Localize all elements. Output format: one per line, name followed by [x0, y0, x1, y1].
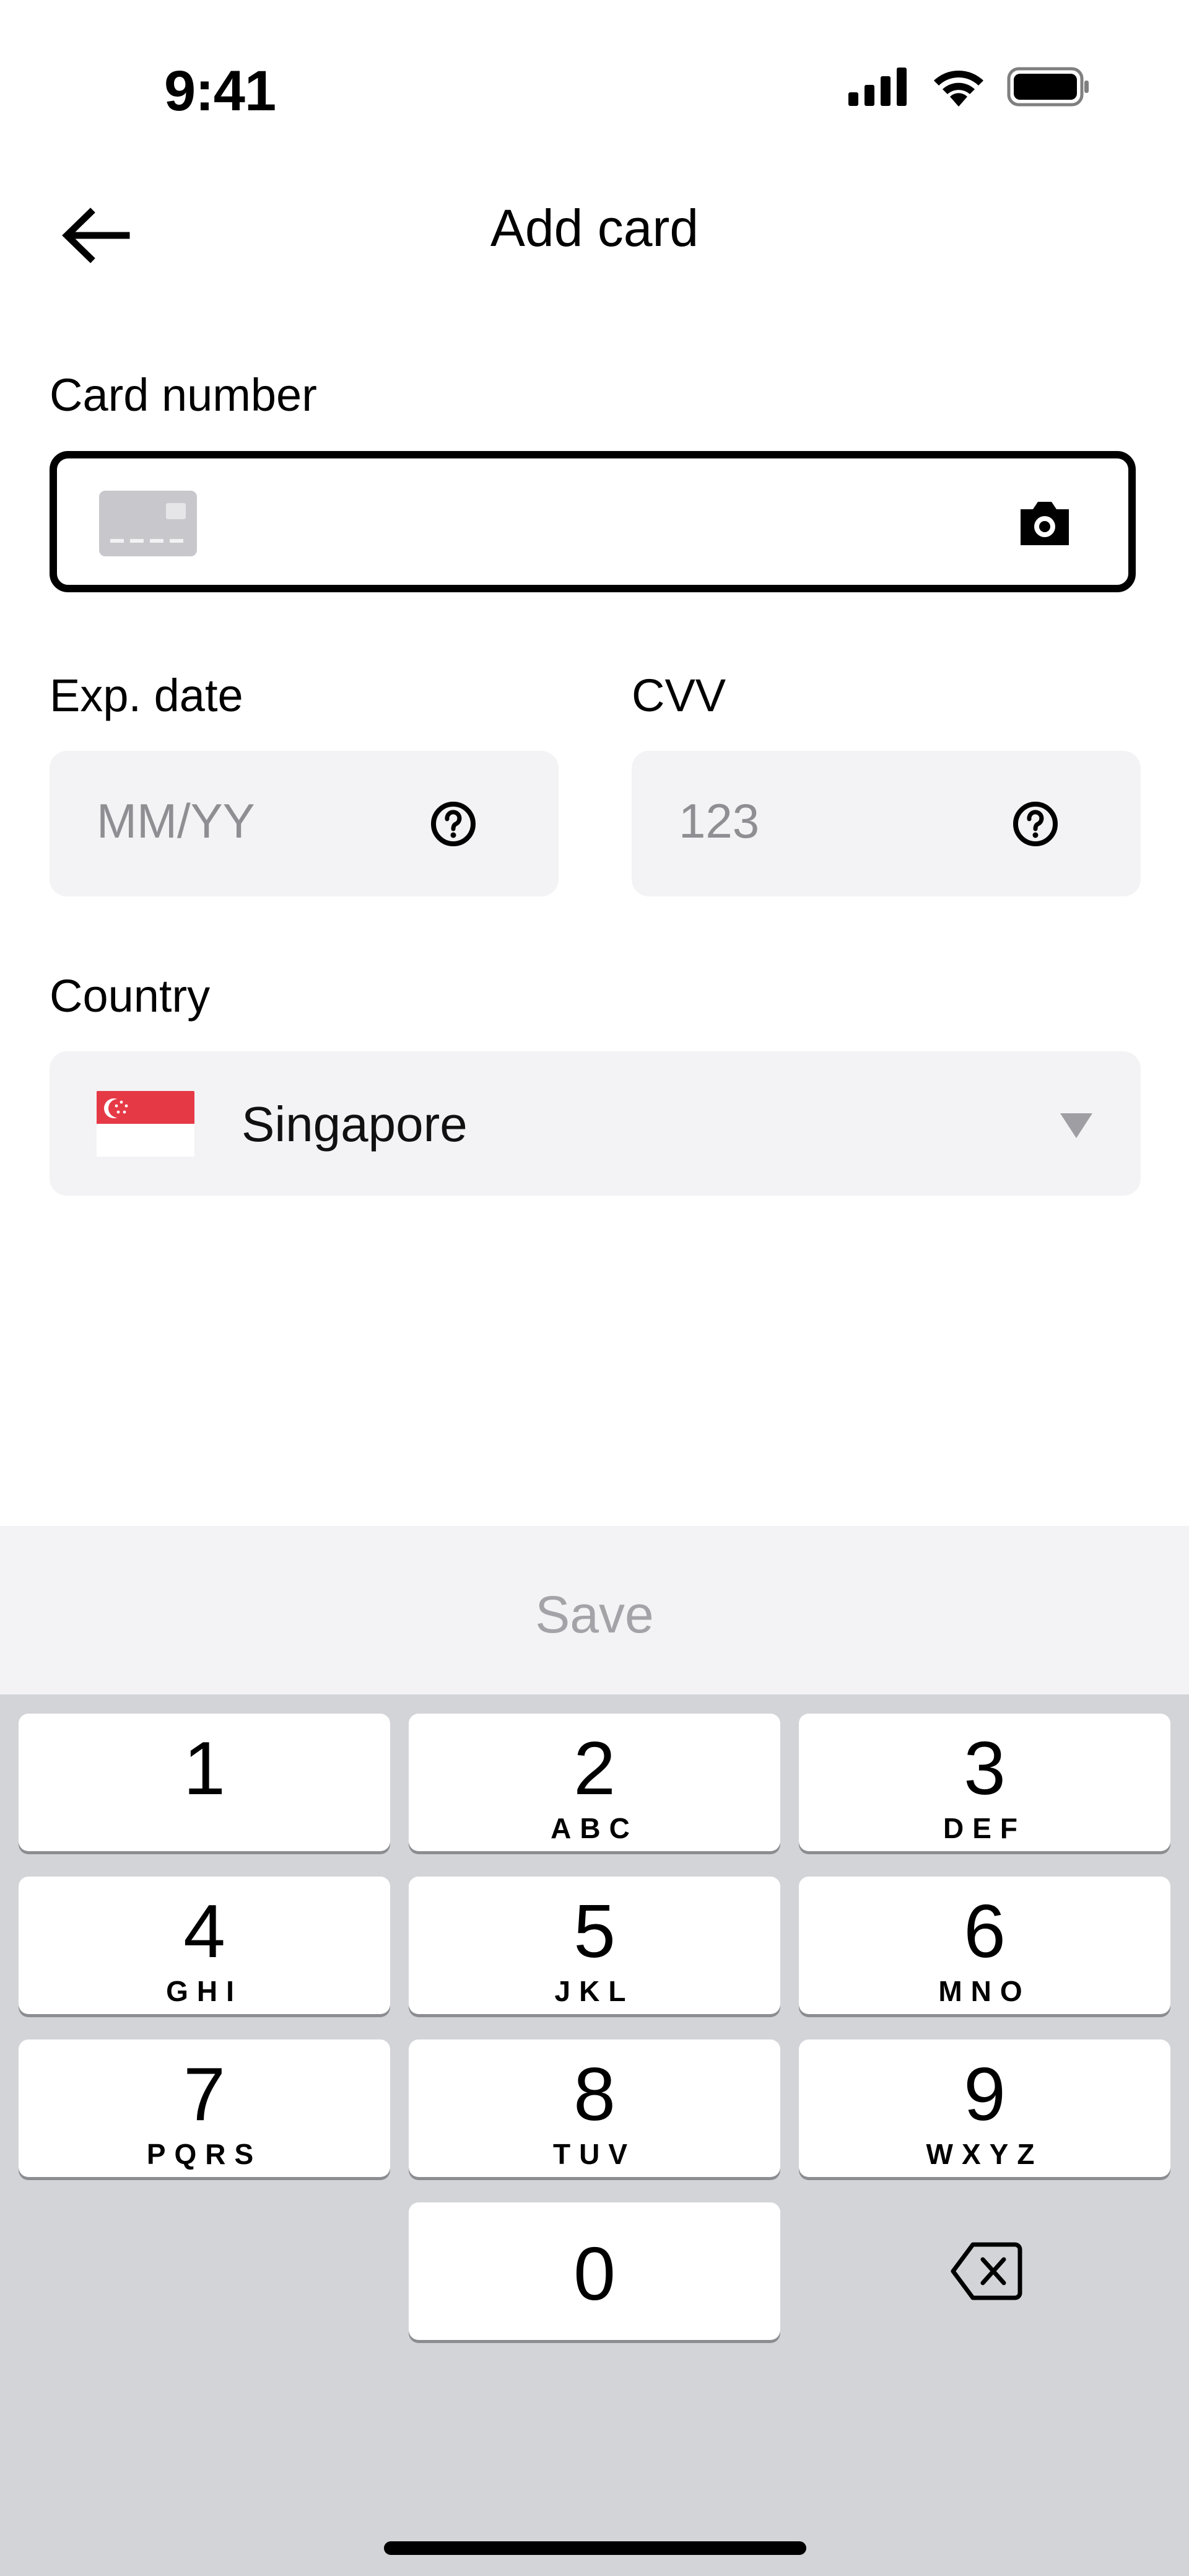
key-number: 5 [573, 1889, 616, 1973]
key-number: 6 [964, 1889, 1006, 1973]
country-select[interactable]: Singapore [50, 1051, 1141, 1196]
key-2[interactable]: 2 ABC [409, 1714, 780, 1851]
key-5[interactable]: 5 JKL [409, 1877, 780, 2014]
card-number-input[interactable] [50, 451, 1136, 592]
country-value: Singapore [242, 1097, 468, 1152]
key-1[interactable]: 1 [19, 1714, 390, 1851]
numeric-keypad: 1 2 ABC 3 DEF 4 GHI 5 JKL 6 MNO 7 PQRS 8… [0, 1694, 1189, 2576]
wifi-icon [934, 71, 983, 107]
key-6[interactable]: 6 MNO [799, 1877, 1170, 2014]
key-letters: TUV [553, 2138, 636, 2170]
country-label: Country [50, 970, 211, 1022]
save-button[interactable]: Save [0, 1585, 1189, 1645]
exp-date-label: Exp. date [50, 670, 243, 721]
save-bar: Save [0, 1526, 1189, 1694]
key-letters: GHI [166, 1975, 243, 2007]
key-letters: PQRS [146, 2138, 263, 2170]
key-letters: JKL [554, 1975, 635, 2007]
key-letters: ABC [551, 1812, 638, 1844]
card-number-label: Card number [50, 369, 317, 421]
singapore-flag-icon [97, 1091, 194, 1157]
cvv-placeholder: 123 [679, 794, 760, 848]
status-icons [848, 67, 1090, 107]
cvv-label: CVV [632, 670, 726, 721]
backspace-icon [951, 2242, 1022, 2300]
key-letters: DEF [943, 1812, 1026, 1844]
key-3[interactable]: 3 DEF [799, 1714, 1170, 1851]
key-9[interactable]: 9 WXYZ [799, 2039, 1170, 2177]
key-number: 4 [183, 1889, 225, 1973]
exp-date-placeholder: MM/YY [97, 794, 255, 848]
delete-key[interactable] [799, 2202, 1170, 2340]
battery-icon [1007, 67, 1089, 107]
caret-down-icon [1060, 1113, 1092, 1138]
card-icon [99, 491, 197, 556]
key-4[interactable]: 4 GHI [19, 1877, 390, 2014]
key-number: 9 [964, 2052, 1006, 2136]
cvv-help-icon[interactable] [1012, 800, 1059, 848]
key-number: 2 [573, 1726, 616, 1810]
exp-date-help-icon[interactable] [430, 800, 477, 848]
key-7[interactable]: 7 PQRS [19, 2039, 390, 2177]
exp-date-field[interactable]: MM/YY [50, 751, 559, 896]
key-0[interactable]: 0 [409, 2202, 780, 2340]
key-number: 7 [183, 2052, 225, 2136]
page-title: Add card [490, 199, 699, 257]
key-number: 3 [964, 1726, 1006, 1810]
key-number: 0 [573, 2232, 616, 2316]
status-time: 9:41 [164, 59, 276, 123]
camera-icon[interactable] [1017, 498, 1073, 548]
cellular-signal-icon [848, 68, 907, 106]
key-letters: MNO [938, 1975, 1031, 2007]
home-indicator[interactable] [384, 2541, 806, 2555]
cvv-field[interactable]: 123 [632, 751, 1141, 896]
key-number: 1 [183, 1726, 225, 1810]
key-number: 8 [573, 2052, 616, 2136]
key-letters: WXYZ [926, 2138, 1043, 2170]
key-8[interactable]: 8 TUV [409, 2039, 780, 2177]
